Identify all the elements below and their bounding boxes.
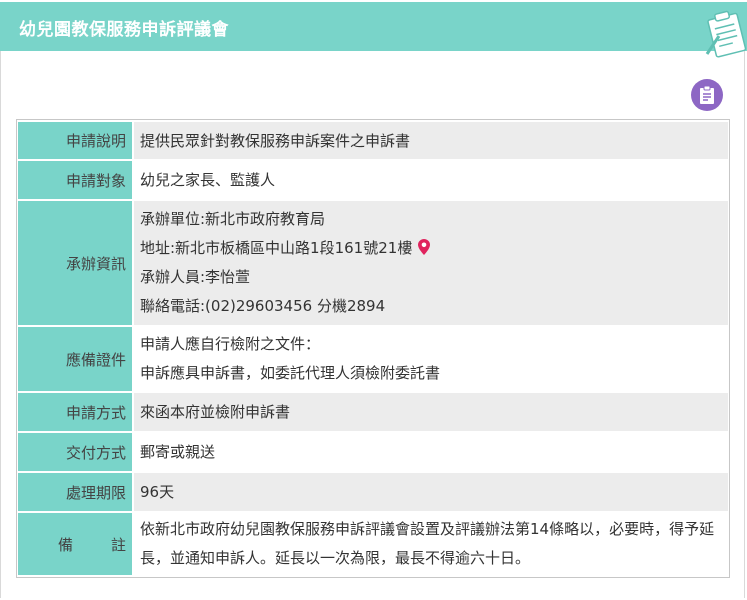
row-label: 申請說明 [18, 122, 134, 159]
row-label: 備註 [18, 513, 134, 575]
row-label: 申請方式 [18, 393, 134, 431]
table-row: 備註 依新北市政府幼兒園教保服務申訴評議會設置及評議辦法第14條略以，必要時，得… [18, 513, 728, 575]
table-row: 應備證件 申請人應自行檢附之文件： 申訴應具申訴書，如委託代理人須檢附委託書 [18, 327, 728, 391]
row-value: 提供民眾針對教保服務申訴案件之申訴書 [134, 122, 728, 159]
row-label: 交付方式 [18, 433, 134, 471]
contact-person: 承辦人員:李怡萱 [140, 268, 251, 286]
row-value: 依新北市政府幼兒園教保服務申訴評議會設置及評議辦法第14條略以，必要時，得予延長… [134, 513, 728, 575]
row-value: 幼兒之家長、監護人 [134, 161, 728, 199]
row-value: 來函本府並檢附申訴書 [134, 393, 728, 431]
row-value: 郵寄或親送 [134, 433, 728, 471]
row-label: 應備證件 [18, 327, 134, 391]
table-row: 承辦資訊 承辦單位:新北市政府教育局 地址:新北市板橋區中山路1段161號21樓… [18, 201, 728, 325]
row-label: 處理期限 [18, 473, 134, 511]
row-label: 申請對象 [18, 161, 134, 199]
row-value: 承辦單位:新北市政府教育局 地址:新北市板橋區中山路1段161號21樓 承辦人員… [134, 201, 728, 325]
page-header: 幼兒園教保服務申訴評議會 [0, 2, 747, 58]
contact-phone: 聯絡電話:(02)29603456 分機2894 [140, 297, 386, 315]
table-row: 申請對象 幼兒之家長、監護人 [18, 161, 728, 199]
row-value: 96天 [134, 473, 728, 511]
page-title: 幼兒園教保服務申訴評議會 [19, 20, 229, 40]
table-row: 處理期限 96天 [18, 473, 728, 511]
table-row: 申請方式 來函本府並檢附申訴書 [18, 393, 728, 431]
table-row: 申請說明 提供民眾針對教保服務申訴案件之申訴書 [18, 122, 728, 159]
row-value: 申請人應自行檢附之文件： 申訴應具申訴書，如委託代理人須檢附委託書 [134, 327, 728, 391]
row-label: 承辦資訊 [18, 201, 134, 325]
clipboard-pen-icon [705, 10, 747, 58]
map-pin-icon[interactable] [418, 239, 431, 255]
table-row: 交付方式 郵寄或親送 [18, 433, 728, 471]
contact-unit: 承辦單位:新北市政府教育局 [140, 210, 326, 228]
service-info-table: 申請說明 提供民眾針對教保服務申訴案件之申訴書 申請對象 幼兒之家長、監護人 承… [16, 119, 730, 578]
print-icon [700, 85, 714, 104]
contact-address: 地址:新北市板橋區中山路1段161號21樓 [140, 234, 720, 263]
print-button[interactable] [691, 79, 723, 111]
